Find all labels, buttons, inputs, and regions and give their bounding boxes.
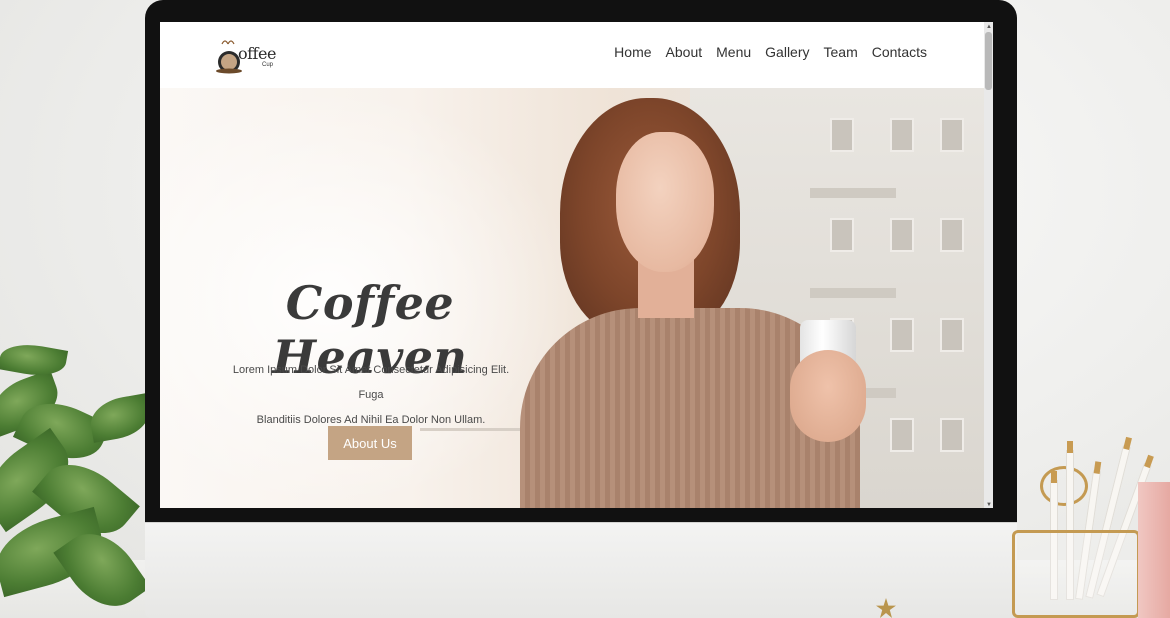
triangle-up-icon[interactable]: ▲ [986,24,992,30]
nav-contacts[interactable]: Contacts [872,44,927,60]
hero-description: Lorem Ipsum Dolor Sit Amet Consectetur A… [220,358,522,433]
page-scrollbar[interactable]: ▲ ▼ [984,22,993,508]
about-us-button[interactable]: About Us [328,426,412,460]
hero-section: Coffee Heaven Lorem Ipsum Dolor Sit Amet… [160,88,984,508]
nav-home[interactable]: Home [614,44,651,60]
site-header: offee Cup Home About Menu Gallery Team C… [160,22,993,88]
logo-subtext: Cup [262,62,274,68]
triangle-down-icon[interactable]: ▼ [986,502,992,508]
logo-text: offee [238,44,276,63]
nav-about[interactable]: About [666,44,703,60]
main-navigation: Home About Menu Gallery Team Contacts [614,44,927,60]
scrollbar-thumb[interactable] [985,32,992,90]
nav-team[interactable]: Team [824,44,858,60]
nav-gallery[interactable]: Gallery [765,44,809,60]
hero-description-line-2: Blanditiis Dolores Ad Nihil Ea Dolor Non… [256,414,486,426]
nav-menu[interactable]: Menu [716,44,751,60]
hero-description-line-1: Lorem Ipsum Dolor Sit Amet Consectetur A… [232,364,510,401]
monitor-screen: offee Cup Home About Menu Gallery Team C… [160,22,993,508]
